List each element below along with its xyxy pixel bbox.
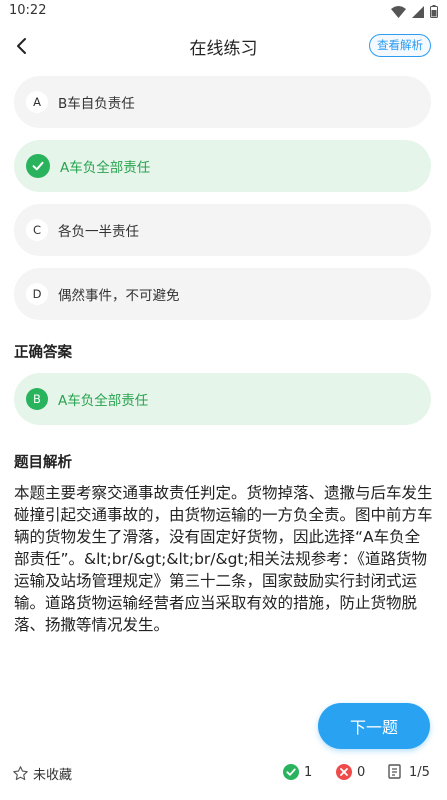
battery-icon [430, 5, 438, 18]
option-badge: C [26, 219, 48, 241]
option-badge: A [26, 91, 48, 113]
favorite-button[interactable]: 未收藏 [12, 764, 72, 783]
correct-count: 1 [283, 764, 312, 780]
wrong-count: 0 [336, 764, 365, 780]
correct-icon [283, 764, 299, 780]
option-c[interactable]: C 各负一半责任 [14, 204, 431, 256]
correct-answer-card: B A车负全部责任 [14, 373, 431, 425]
next-question-button[interactable]: 下一题 [318, 703, 430, 749]
star-icon [13, 766, 28, 781]
option-b-selected[interactable]: A车负全部责任 [14, 140, 431, 192]
bottom-bar: 未收藏 1 0 1/5 [0, 760, 447, 788]
signal-icon [412, 5, 424, 18]
favorite-label: 未收藏 [33, 768, 73, 783]
analysis-title: 题目解析 [14, 455, 72, 471]
option-text: A车负全部责任 [60, 160, 151, 176]
status-icons [391, 5, 438, 18]
answer-badge: B [26, 388, 48, 410]
header: 在线练习 查看解析 [0, 24, 447, 68]
option-text: 各负一半责任 [58, 224, 139, 240]
option-badge: D [26, 283, 48, 305]
wrong-icon [336, 764, 352, 780]
option-text: B车自负责任 [58, 96, 135, 112]
check-icon [26, 154, 50, 178]
wifi-icon [391, 5, 406, 18]
answer-text: A车负全部责任 [58, 393, 149, 409]
analysis-text: 本题主要考察交通事故责任判定。货物掉落、遗撒与后车发生碰撞引起交通事故的，由货物… [14, 484, 433, 634]
view-analysis-button[interactable]: 查看解析 [369, 34, 431, 57]
progress-value: 1/5 [409, 764, 430, 780]
option-d[interactable]: D 偶然事件，不可避免 [14, 268, 431, 320]
answer-sheet-icon [388, 764, 401, 779]
correct-answer-title: 正确答案 [14, 345, 72, 361]
status-bar: 10:22 [0, 0, 447, 24]
progress-indicator[interactable]: 1/5 [387, 764, 430, 780]
option-a[interactable]: A B车自负责任 [14, 76, 431, 128]
status-time: 10:22 [9, 3, 47, 18]
wrong-count-value: 0 [357, 764, 366, 780]
option-text: 偶然事件，不可避免 [58, 288, 180, 304]
correct-count-value: 1 [304, 764, 313, 780]
